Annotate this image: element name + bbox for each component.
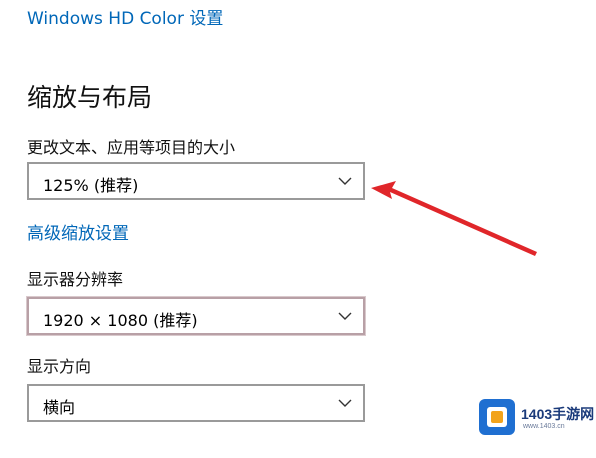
- watermark: 1403手游网 www.1403.cn: [478, 398, 594, 440]
- red-arrow-annotation: [371, 181, 537, 256]
- watermark-logo: [479, 399, 515, 435]
- watermark-url: www.1403.cn: [523, 423, 565, 430]
- watermark-brand: 1403手游网: [521, 406, 595, 422]
